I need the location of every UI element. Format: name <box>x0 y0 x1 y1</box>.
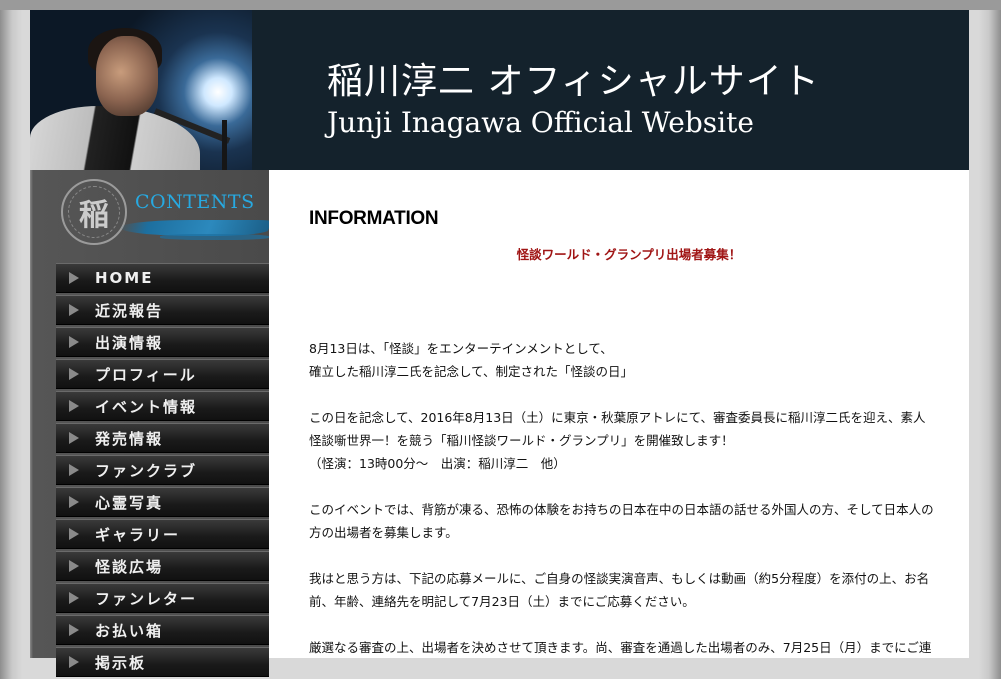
nav-item-label: ファンクラブ <box>95 461 198 480</box>
sidebar: 稲 CONTENTS HOME 近況報告 出演情報 プロフィール イベント情報 … <box>30 170 272 677</box>
nav-item-label: ファンレター <box>95 589 198 608</box>
nav-item-label: HOME <box>95 269 154 287</box>
nav-item-gallery[interactable]: ギャラリー <box>56 519 269 549</box>
body-line: 8月13日は、「怪談」をエンターテインメントとして、 <box>309 341 613 356</box>
article: INFORMATION 怪談ワールド・グランプリ出場者募集！ 8月13日は、「怪… <box>309 208 949 658</box>
arrow-right-icon <box>69 624 79 636</box>
arrow-right-icon <box>69 336 79 348</box>
arrow-right-icon <box>69 432 79 444</box>
nav-item-label: 出演情報 <box>95 333 164 352</box>
body-line: 厳選なる審査の上、出場者を決めさせて頂きます。尚、審査を通過した出場者のみ、7月… <box>309 640 932 655</box>
arrow-right-icon <box>69 272 79 284</box>
header-photo <box>30 10 252 170</box>
body-line: このイベントでは、背筋が凍る、恐怖の体験をお持ちの日本在中の日本語の話せる外国人… <box>309 502 934 517</box>
arrow-right-icon <box>69 464 79 476</box>
nav-item-label: 近況報告 <box>95 301 164 320</box>
nav-item-label: 怪談広場 <box>95 557 164 576</box>
brush-stroke-2 <box>160 234 269 240</box>
nav-item-label: 発売情報 <box>95 429 164 448</box>
seal-char: 稲 <box>79 198 109 233</box>
body-line: 怪談噺世界一！を競う「稲川怪談ワールド・グランプリ」を開催致します！ <box>309 433 734 448</box>
body-line: 方の出場者を募集します。 <box>309 525 458 540</box>
nav-item-news[interactable]: 近況報告 <box>56 295 269 325</box>
nav-item-oharai-bako[interactable]: お払い箱 <box>56 615 269 645</box>
body-line: この日を記念して、2016年8月13日（土）に東京・秋葉原アトレにて、審査委員長… <box>309 410 926 425</box>
body-line: 我はと思う方は、下記の応募メールに、ご自身の怪談実演音声、もしくは動画（約5分程… <box>309 571 930 586</box>
contents-title: CONTENTS <box>135 191 255 213</box>
nav-item-releases[interactable]: 発売情報 <box>56 423 269 453</box>
nav-item-appearances[interactable]: 出演情報 <box>56 327 269 357</box>
sidebar-nav: HOME 近況報告 出演情報 プロフィール イベント情報 発売情報 ファンクラブ… <box>56 263 269 679</box>
site-subtitle: Junji Inagawa Official Website <box>327 106 754 139</box>
top-bar <box>0 0 1001 10</box>
nav-item-label: 掲示板 <box>95 653 147 672</box>
section-heading: INFORMATION <box>309 208 439 229</box>
arrow-right-icon <box>69 560 79 572</box>
body-line: 確立した稲川淳二氏を記念して、制定された「怪談の日」 <box>309 364 634 379</box>
body-line: 前、年齢、連絡先を明記して7月23日（土）までにご応募ください。 <box>309 594 695 609</box>
main-content: INFORMATION 怪談ワールド・グランプリ出場者募集！ 8月13日は、「怪… <box>269 170 969 658</box>
arrow-right-icon <box>69 528 79 540</box>
nav-item-fan-letter[interactable]: ファンレター <box>56 583 269 613</box>
nav-item-label: 心霊写真 <box>95 493 164 512</box>
nav-item-kaidan-plaza[interactable]: 怪談広場 <box>56 551 269 581</box>
nav-item-label: イベント情報 <box>95 397 198 416</box>
microphone-stand <box>222 120 227 170</box>
nav-item-label: お払い箱 <box>95 621 164 640</box>
body-line: （怪演：13時00分〜 出演：稲川淳二 他） <box>309 456 566 471</box>
contents-logo: 稲 CONTENTS <box>30 170 272 256</box>
nav-item-fanclub[interactable]: ファンクラブ <box>56 455 269 485</box>
arrow-right-icon <box>69 592 79 604</box>
arrow-right-icon <box>69 496 79 508</box>
photo-head <box>96 36 158 116</box>
arrow-right-icon <box>69 304 79 316</box>
arrow-right-icon <box>69 400 79 412</box>
nav-item-profile[interactable]: プロフィール <box>56 359 269 389</box>
site-header: 稲川淳二 オフィシャルサイト Junji Inagawa Official We… <box>30 10 969 170</box>
nav-item-events[interactable]: イベント情報 <box>56 391 269 421</box>
nav-item-home[interactable]: HOME <box>56 263 269 293</box>
nav-item-spirit-photos[interactable]: 心霊写真 <box>56 487 269 517</box>
nav-item-label: プロフィール <box>95 365 197 384</box>
seal-logo-icon: 稲 <box>61 179 127 245</box>
article-headline: 怪談ワールド・グランプリ出場者募集！ <box>516 247 742 262</box>
site-title: 稲川淳二 オフィシャルサイト <box>327 61 820 102</box>
nav-item-label: ギャラリー <box>95 525 181 544</box>
nav-item-bbs[interactable]: 掲示板 <box>56 647 269 677</box>
arrow-right-icon <box>69 368 79 380</box>
